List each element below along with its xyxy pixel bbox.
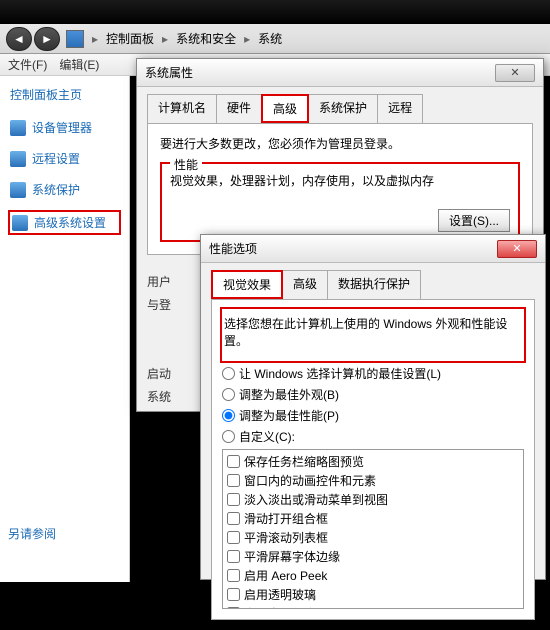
list-item[interactable]: 平滑屏幕字体边缘 [225,547,521,566]
list-item[interactable]: 滑动打开组合框 [225,509,521,528]
tab-computer-name[interactable]: 计算机名 [147,94,217,123]
back-button[interactable]: ◄ [6,27,32,51]
close-button[interactable]: ✕ [497,240,537,258]
performance-group: 性能 视觉效果，处理器计划，内存使用，以及虚拟内存 设置(S)... [160,162,520,242]
system-properties-tabs: 计算机名 硬件 高级 系统保护 远程 [147,94,533,124]
breadcrumb[interactable]: ▸控制面板 ▸系统和安全 ▸系统 [88,28,286,50]
performance-options-dialog: 性能选项 ✕ 视觉效果 高级 数据执行保护 选择您想在此计算机上使用的 Wind… [200,234,546,580]
sidebar-item-remote[interactable]: 远程设置 [8,148,121,169]
perf-options-tabs: 视觉效果 高级 数据执行保护 [211,270,535,300]
sidebar-see-also[interactable]: 另请参阅 [8,525,56,542]
visual-effects-desc: 选择您想在此计算机上使用的 Windows 外观和性能设置。 [224,315,522,349]
dialog-titlebar: 系统属性 ✕ [137,59,543,87]
device-icon [10,120,26,136]
tab-dep[interactable]: 数据执行保护 [327,270,421,299]
list-item[interactable]: 启用透明玻璃 [225,585,521,604]
radio-custom[interactable]: 自定义(C): [222,428,524,445]
dialog-title: 性能选项 [209,240,257,257]
sidebar-heading: 控制面板主页 [8,86,121,103]
dialog-title: 系统属性 [145,64,193,81]
dialog-titlebar: 性能选项 ✕ [201,235,545,263]
list-item[interactable]: 窗口内的动画控件和元素 [225,471,521,490]
tab-hardware[interactable]: 硬件 [216,94,262,123]
sidebar-item-protection[interactable]: 系统保护 [8,179,121,200]
tab-visual-effects[interactable]: 视觉效果 [211,270,283,299]
tab-system-protection[interactable]: 系统保护 [308,94,378,123]
list-item[interactable]: 淡入淡出或滑动菜单到视图 [225,490,521,509]
advanced-icon [12,215,28,231]
performance-group-title: 性能 [170,156,202,173]
sidebar-item-advanced[interactable]: 高级系统设置 [8,210,121,235]
tab-advanced[interactable]: 高级 [282,270,328,299]
control-panel-icon [66,30,84,48]
admin-note: 要进行大多数更改，您必须作为管理员登录。 [160,135,520,152]
visual-effects-list[interactable]: 保存任务栏缩略图预览窗口内的动画控件和元素淡入淡出或滑动菜单到视图滑动打开组合框… [222,449,524,609]
menu-edit[interactable]: 编辑(E) [59,56,99,73]
radio-best-performance[interactable]: 调整为最佳性能(P) [222,407,524,424]
performance-desc: 视觉效果，处理器计划，内存使用，以及虚拟内存 [170,172,510,189]
visual-effects-pane: 选择您想在此计算机上使用的 Windows 外观和性能设置。 让 Windows… [211,299,535,620]
list-item[interactable]: 启用 Aero Peek [225,566,521,585]
protection-icon [10,182,26,198]
forward-button[interactable]: ► [34,27,60,51]
list-item[interactable]: 保存任务栏缩略图预览 [225,452,521,471]
sidebar: 控制面板主页 设备管理器 远程设置 系统保护 高级系统设置 另请参阅 [0,76,130,582]
close-button[interactable]: ✕ [495,64,535,82]
performance-settings-button[interactable]: 设置(S)... [438,209,510,232]
list-item[interactable]: 平滑滚动列表框 [225,528,521,547]
sidebar-item-device-manager[interactable]: 设备管理器 [8,117,121,138]
address-bar: ◄ ► ▸控制面板 ▸系统和安全 ▸系统 [0,24,550,54]
radio-let-windows[interactable]: 让 Windows 选择计算机的最佳设置(L) [222,365,524,382]
menu-file[interactable]: 文件(F) [8,56,47,73]
tab-advanced[interactable]: 高级 [261,94,309,123]
list-item[interactable]: 启用桌面组合 [225,604,521,609]
tab-remote[interactable]: 远程 [377,94,423,123]
remote-icon [10,151,26,167]
taskbar [0,0,550,24]
radio-best-appearance[interactable]: 调整为最佳外观(B) [222,386,524,403]
